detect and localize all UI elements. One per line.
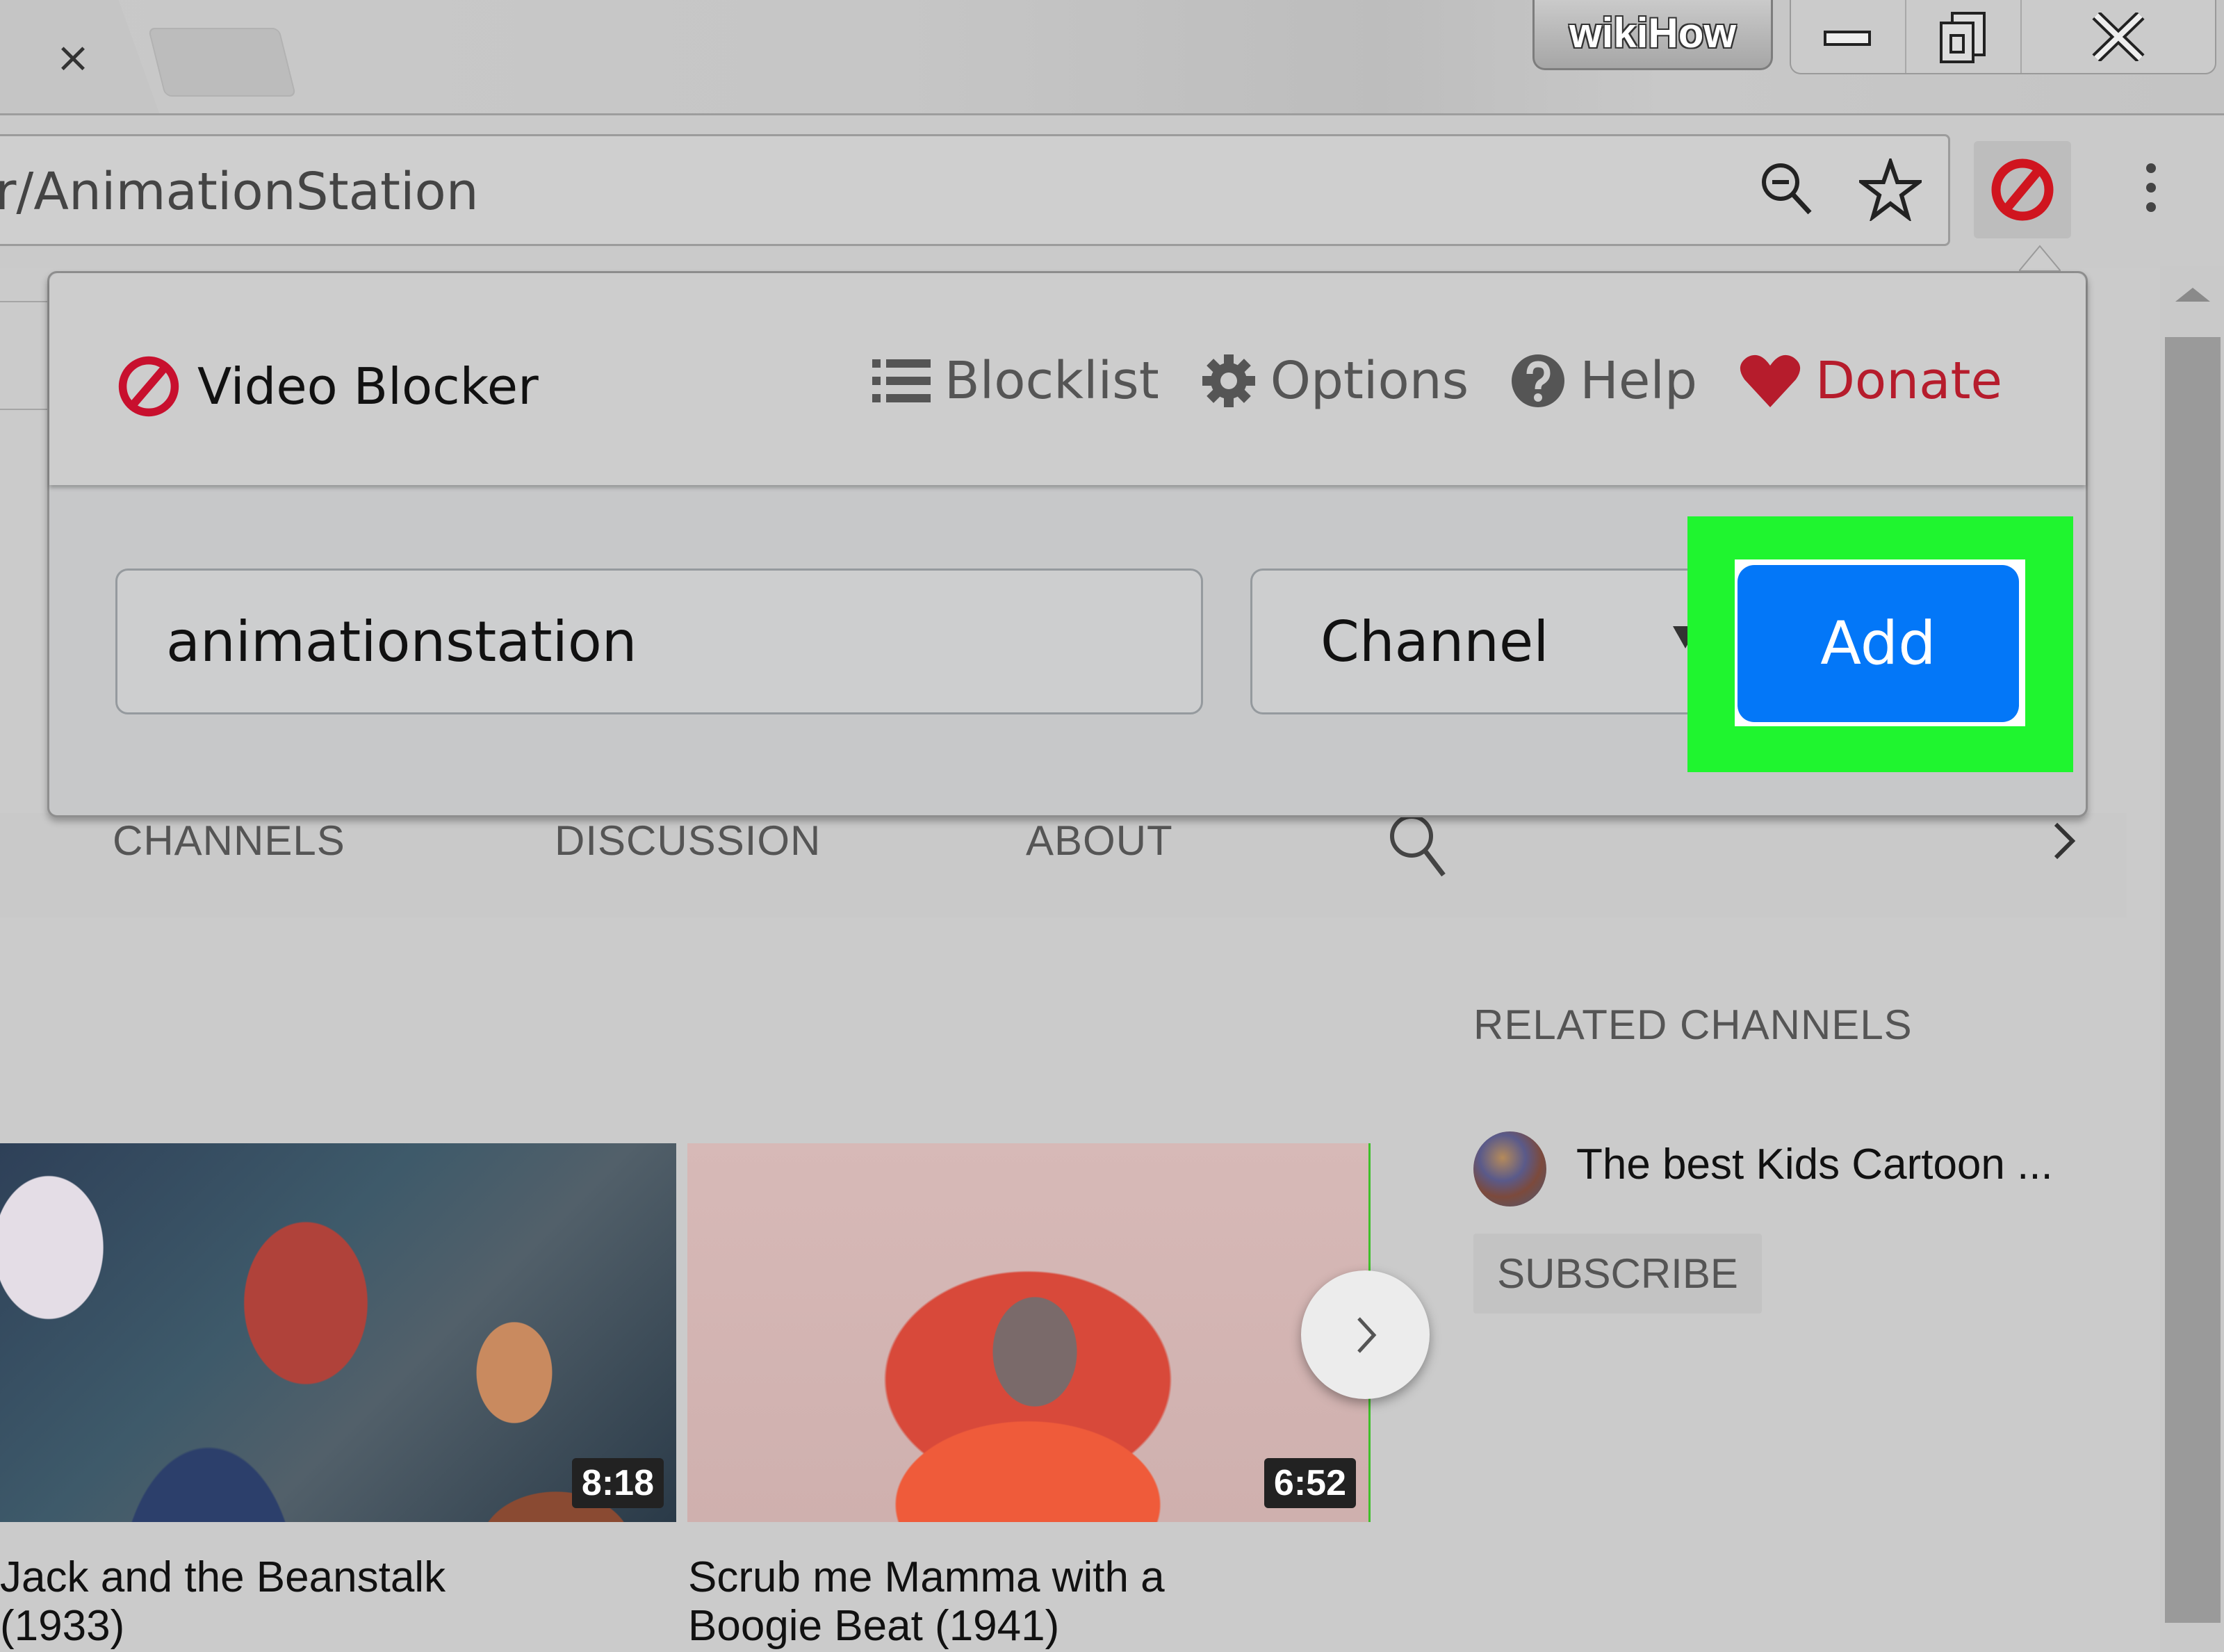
page-left-fragment <box>0 266 47 454</box>
nav-donate-label: Donate <box>1815 351 2002 411</box>
add-button[interactable]: Add <box>1737 565 2019 722</box>
chevron-right-icon <box>1357 1316 1376 1353</box>
video-thumbnail[interactable]: 8:18 <box>0 1143 676 1522</box>
help-icon <box>1512 354 1565 407</box>
channel-search-icon[interactable] <box>1387 810 1449 879</box>
video-title-line: Scrub me Mamma with a <box>688 1553 1165 1601</box>
heart-icon <box>1740 354 1801 407</box>
block-type-select[interactable]: Channel <box>1250 569 1709 714</box>
window-controls <box>1790 0 2216 74</box>
video-title[interactable]: Scrub me Mamma with a Boogie Beat (1941) <box>688 1553 1244 1651</box>
video-title[interactable]: Jack and the Beanstalk (1933) <box>0 1553 556 1651</box>
video-title-line: Jack and the Beanstalk <box>0 1553 446 1601</box>
tab-about[interactable]: ABOUT <box>1026 817 1173 865</box>
related-channel-name[interactable]: The best Kids Cartoon ... <box>1576 1140 2053 1189</box>
video-title-line: Boogie Beat (1941) <box>688 1602 1060 1650</box>
popup-header: Video Blocker Blocklist Options Help Don… <box>49 273 2086 485</box>
channel-avatar[interactable] <box>1473 1131 1546 1207</box>
address-bar[interactable]: r/AnimationStation <box>0 134 1950 246</box>
gear-icon <box>1202 354 1255 407</box>
wikihow-watermark: wikiHow <box>1532 0 1773 70</box>
brand-name: Video Blocker <box>197 357 539 416</box>
minimize-button[interactable] <box>1791 0 1906 73</box>
related-channels-heading: RELATED CHANNELS <box>1473 1001 1913 1048</box>
new-tab-button[interactable] <box>147 28 297 97</box>
tab-discussion[interactable]: DISCUSSION <box>555 817 821 865</box>
popup-nav: Blocklist Options Help Donate <box>872 353 2002 409</box>
scrollbar-thumb[interactable] <box>2165 337 2221 1623</box>
list-icon <box>872 359 931 402</box>
video-blocker-extension-button[interactable] <box>1974 141 2071 238</box>
restore-button[interactable] <box>1906 0 2022 73</box>
bookmark-star-icon[interactable] <box>1859 158 1922 221</box>
nav-donate[interactable]: Donate <box>1739 353 2002 409</box>
brand: Video Blocker <box>115 353 539 420</box>
more-menu-icon[interactable] <box>2137 160 2165 215</box>
block-pattern-input[interactable] <box>115 569 1203 714</box>
subscribe-button[interactable]: SUBSCRIBE <box>1473 1234 1762 1314</box>
nav-help[interactable]: Help <box>1510 353 1697 409</box>
tab-close-icon[interactable]: × <box>49 33 97 82</box>
video-title-line: (1933) <box>0 1602 125 1650</box>
scroll-up-arrow-icon[interactable] <box>2175 285 2210 306</box>
tab-channels[interactable]: CHANNELS <box>113 817 345 865</box>
video-thumbnail[interactable]: 6:52 <box>687 1143 1371 1522</box>
minimize-icon <box>1823 30 1871 46</box>
nav-options-label: Options <box>1270 351 1469 411</box>
divider <box>0 301 47 302</box>
nav-help-label: Help <box>1580 351 1697 411</box>
video-blocker-popup: Video Blocker Blocklist Options Help Don… <box>47 271 2088 817</box>
restore-icon <box>1939 11 1986 63</box>
carousel-next-button[interactable] <box>1301 1270 1430 1399</box>
close-icon <box>2092 12 2145 61</box>
nav-blocklist[interactable]: Blocklist <box>872 353 1159 409</box>
close-window-button[interactable] <box>2022 0 2215 73</box>
video-duration: 8:18 <box>571 1458 664 1508</box>
block-icon <box>1991 158 2054 221</box>
zoom-out-icon[interactable] <box>1758 160 1814 215</box>
block-type-value: Channel <box>1320 609 1549 674</box>
nav-options[interactable]: Options <box>1201 353 1469 409</box>
popup-caret <box>2019 245 2061 271</box>
video-blocker-logo-icon <box>118 356 179 417</box>
nav-blocklist-label: Blocklist <box>944 351 1159 411</box>
url-text: r/AnimationStation <box>0 162 479 222</box>
divider <box>0 409 47 410</box>
video-duration: 6:52 <box>1264 1458 1356 1508</box>
tabs-scroll-right-icon[interactable] <box>2050 820 2078 862</box>
